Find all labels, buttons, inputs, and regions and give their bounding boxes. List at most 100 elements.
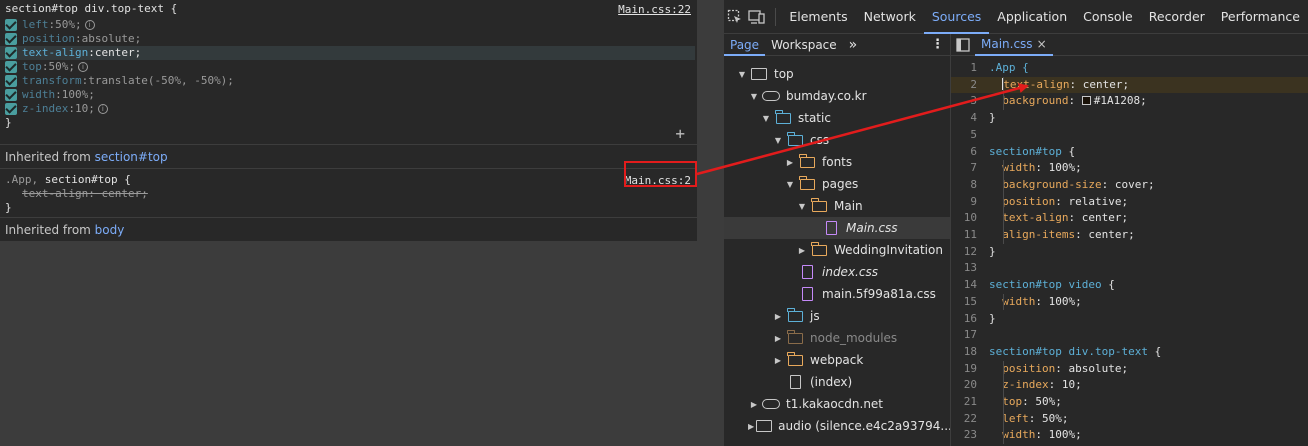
tree-item[interactable]: ▶ t1.kakaocdn.net (724, 393, 950, 415)
checkbox-text-align[interactable] (5, 47, 17, 59)
checkbox-left[interactable] (5, 19, 17, 31)
tree-item[interactable]: ▼ css (724, 129, 950, 151)
expand-down-icon[interactable]: ▼ (796, 200, 808, 212)
tab-elements[interactable]: Elements (781, 0, 855, 34)
device-toolbar-icon[interactable] (746, 0, 768, 34)
inspect-element-icon[interactable] (724, 0, 746, 34)
code-line: 15 width: 100%; (951, 294, 1308, 311)
tab-sources[interactable]: Sources (923, 0, 990, 34)
tab-recorder[interactable]: Recorder (1141, 0, 1213, 34)
property-name[interactable]: z-index (22, 102, 68, 116)
line-number: 6 (970, 144, 977, 158)
checkbox-position[interactable] (5, 33, 17, 45)
property-value[interactable]: 100%; (62, 88, 95, 102)
info-icon[interactable]: i (84, 20, 95, 30)
expand-down-icon[interactable]: ▼ (784, 178, 796, 190)
file-icon (798, 265, 816, 279)
inherited-link-section-top[interactable]: section#top (95, 150, 168, 164)
tree-item[interactable]: ▶ fonts (724, 151, 950, 173)
tree-item[interactable]: ▼ static (724, 107, 950, 129)
line-content: text-align: center; (989, 77, 1129, 91)
colon: : (81, 74, 89, 87)
tree-item-label: js (810, 309, 820, 323)
tree-item-label: static (798, 111, 831, 125)
nav-tab-page[interactable]: Page (724, 34, 766, 56)
checkbox-z-index[interactable] (5, 103, 17, 115)
expand-right-icon[interactable]: ▶ (748, 420, 754, 432)
property-name[interactable]: width (22, 88, 55, 102)
nav-tab-workspace[interactable]: Workspace (765, 34, 843, 56)
tree-item[interactable]: (index) (724, 371, 950, 393)
styles-pane: section#top div.top-text { Main.css:22 l… (0, 0, 697, 241)
more-tabs-icon[interactable]: » (843, 34, 864, 56)
cloud-shape (762, 399, 780, 409)
tree-item[interactable]: index.css (724, 261, 950, 283)
text-token: } (989, 244, 996, 258)
expand-right-icon[interactable]: ▶ (772, 332, 784, 344)
frame-icon (756, 419, 773, 433)
tree-item[interactable]: ▶ node_modules (724, 327, 950, 349)
info-icon[interactable]: i (78, 62, 88, 72)
inherited-link-body[interactable]: body (95, 223, 125, 237)
line-content: section#top video { (989, 278, 1115, 291)
expand-right-icon[interactable]: ▶ (748, 398, 760, 410)
tree-item[interactable]: ▶ audio (silence.e4c2a93794... (724, 415, 950, 437)
code-line: 19 position: absolute; (951, 361, 1308, 378)
property-value[interactable]: center; (95, 46, 141, 60)
property-name[interactable]: transform (22, 74, 82, 88)
property-value[interactable]: 10; (75, 102, 95, 116)
property-name[interactable]: left (22, 18, 49, 32)
tree-item[interactable]: ▶ WeddingInvitation (724, 239, 950, 261)
tree-item[interactable]: ▼ pages (724, 173, 950, 195)
tree-item[interactable]: ▶ webpack (724, 349, 950, 371)
line-number: 4 (970, 111, 977, 125)
close-tab-icon[interactable]: × (1037, 33, 1047, 55)
tree-item[interactable]: ▼ bumday.co.kr (724, 85, 950, 107)
tree-item[interactable]: Main.css (724, 217, 950, 239)
expand-right-icon[interactable]: ▶ (772, 354, 784, 366)
toggle-navigator-icon[interactable] (951, 34, 975, 56)
tab-console[interactable]: Console (1075, 0, 1141, 34)
color-swatch[interactable] (1081, 96, 1091, 106)
expand-down-icon[interactable]: ▼ (772, 134, 784, 146)
folder-shape (775, 109, 791, 124)
expand-down-icon[interactable]: ▼ (748, 90, 760, 102)
property-value[interactable]: 50%; (49, 60, 76, 74)
property-value[interactable]: translate(-50%, -50%); (88, 74, 234, 88)
file-shape (789, 375, 801, 389)
info-icon[interactable]: i (97, 104, 108, 114)
expand-down-icon[interactable]: ▼ (736, 68, 748, 80)
property-name[interactable]: top (22, 60, 42, 74)
property-value[interactable]: 50%; (55, 18, 82, 32)
code-editor[interactable]: 1 .App {2 text-align: center; 3 background… (951, 56, 1308, 446)
tab-performance[interactable]: Performance (1213, 0, 1308, 34)
property-name[interactable]: position (22, 32, 75, 46)
tree-item[interactable]: main.5f99a81a.css (724, 283, 950, 305)
declaration-transform: transform: translate(-50%, -50%); (0, 74, 697, 88)
tree-item[interactable]: ▶ js (724, 305, 950, 327)
checkbox-transform[interactable] (5, 75, 17, 87)
expand-right-icon[interactable]: ▶ (772, 310, 784, 322)
tree-item[interactable]: ▼ Main (724, 195, 950, 217)
expand-down-icon[interactable]: ▼ (760, 112, 772, 124)
line-content: background: #1A1208; (989, 94, 1146, 107)
code-line: 3 background: #1A1208; (951, 93, 1308, 110)
tree-item[interactable]: ▼ top (724, 63, 950, 85)
tab-application[interactable]: Application (989, 0, 1075, 34)
expand-right-icon[interactable]: ▶ (796, 244, 808, 256)
tab-network[interactable]: Network (856, 0, 924, 34)
overridden-declaration: text-align: center; (0, 187, 697, 201)
checkbox-width[interactable] (5, 89, 17, 101)
editor-tab-main-css[interactable]: Main.css × (975, 34, 1053, 56)
source-link-main-css-22[interactable]: Main.css:22 (618, 3, 691, 17)
checkbox-top[interactable] (5, 61, 17, 73)
line-number: 21 (963, 395, 977, 408)
expand-right-icon[interactable]: ▶ (784, 156, 796, 168)
inherited-header-section-top: Inherited from section#top (0, 145, 697, 169)
more-options-icon[interactable]: ⋮ (925, 34, 950, 56)
property-name[interactable]: text-align (22, 46, 88, 60)
line-number: 9 (970, 194, 977, 208)
property-value[interactable]: absolute; (82, 32, 142, 46)
add-property-icon[interactable]: + (675, 126, 685, 142)
